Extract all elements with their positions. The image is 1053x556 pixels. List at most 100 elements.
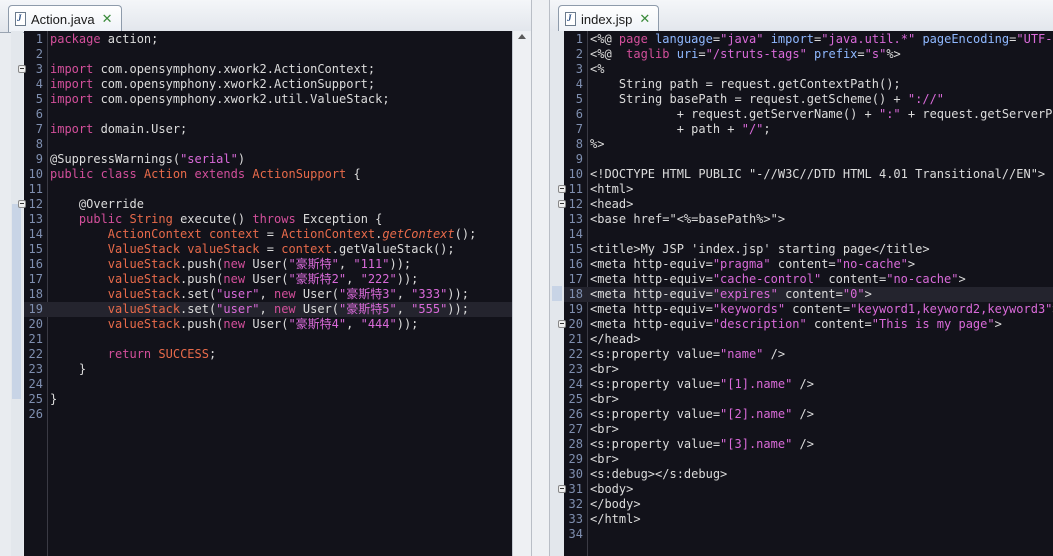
right-code-line[interactable]: 2 <%@ taglib uri="/struts-tags" prefix="s… bbox=[564, 47, 1053, 62]
right-code-line[interactable]: 5 String basePath = request.getScheme() … bbox=[564, 92, 1053, 107]
right-code-line[interactable]: 25 <br> bbox=[564, 392, 1053, 407]
left-code-line[interactable]: 7 import domain.User; bbox=[24, 122, 513, 137]
right-code-line[interactable]: 32 </body> bbox=[564, 497, 1053, 512]
line-number: 12 bbox=[28, 197, 43, 211]
tab-title: Action.java bbox=[31, 11, 95, 27]
right-code-line[interactable]: 23 <br> bbox=[564, 362, 1053, 377]
jsp-file-icon: J bbox=[565, 12, 576, 26]
right-code-line[interactable]: 21 </head> bbox=[564, 332, 1053, 347]
left-code-line[interactable]: 3 import com.opensymphony.xwork2.ActionCo… bbox=[18, 62, 513, 77]
right-code-line[interactable]: 3 <% bbox=[564, 62, 1053, 77]
line-number: 10 bbox=[28, 167, 43, 181]
left-code-line[interactable]: 11 bbox=[24, 182, 513, 197]
right-code-line[interactable]: 26 <s:property value="[2].name" /> bbox=[564, 407, 1053, 422]
line-number: 23 bbox=[568, 362, 583, 376]
right-code-line[interactable]: 8 %> bbox=[564, 137, 1053, 152]
tab-action-java[interactable]: J Action.java ✕ bbox=[8, 5, 122, 32]
right-code-line[interactable]: 1 <%@ page language="java" import="java.u… bbox=[564, 32, 1053, 47]
left-editor-pane: J Action.java ✕ 1 package action; 2 3 import… bbox=[0, 0, 532, 556]
left-code-line[interactable]: 25} bbox=[24, 392, 513, 407]
right-overview-ruler bbox=[550, 31, 564, 556]
fold-toggle-icon[interactable] bbox=[18, 65, 26, 73]
left-code-line[interactable]: 8 bbox=[24, 137, 513, 152]
right-code-line[interactable]: 28 <s:property value="[3].name" /> bbox=[564, 437, 1053, 452]
right-code-line[interactable]: 10 <!DOCTYPE HTML PUBLIC "-//W3C//DTD HTM… bbox=[564, 167, 1053, 182]
code-text: return SUCCESS; bbox=[107, 347, 217, 361]
left-code-editor[interactable]: 1 package action; 2 3 import com.opensymphon… bbox=[18, 31, 513, 556]
right-code-line[interactable]: 7 + path + "/"; bbox=[564, 122, 1053, 137]
line-number: 8 bbox=[575, 137, 583, 151]
code-text: <head> bbox=[590, 197, 634, 211]
left-code-line[interactable]: 14 ActionContext context = ActionContext… bbox=[24, 227, 513, 242]
fold-toggle-icon[interactable] bbox=[558, 200, 566, 208]
code-text: <%@ page language="java" import="java.ut… bbox=[590, 32, 1053, 46]
left-code-line[interactable]: 13 public String execute() throws Except… bbox=[24, 212, 513, 227]
left-code-line[interactable]: 18 valueStack.set("user", new User("豪斯特3… bbox=[24, 287, 513, 302]
right-code-line[interactable]: 14 bbox=[564, 227, 1053, 242]
left-code-line[interactable]: 26 bbox=[24, 407, 513, 422]
right-code-line[interactable]: 6 + request.getServerName() + ":" + requ… bbox=[564, 107, 1053, 122]
right-code-line[interactable]: 27 <br> bbox=[564, 422, 1053, 437]
left-vertical-scrollbar[interactable] bbox=[512, 31, 531, 556]
right-code-line[interactable]: 16 <meta http-equiv="pragma" content="no-… bbox=[564, 257, 1053, 272]
left-code-line[interactable]: 5 import com.opensymphony.xwork2.util.Val… bbox=[24, 92, 513, 107]
left-code-line[interactable]: 15 ValueStack valueStack = context.getVa… bbox=[24, 242, 513, 257]
right-code-line[interactable]: 20 <meta http-equiv="description" content… bbox=[558, 317, 1053, 332]
right-code-line[interactable]: 19 <meta http-equiv="keywords" content="k… bbox=[564, 302, 1053, 317]
close-icon[interactable]: ✕ bbox=[102, 13, 113, 26]
left-code-line[interactable]: 22 return SUCCESS; bbox=[24, 347, 513, 362]
left-code-line[interactable]: 21 bbox=[24, 332, 513, 347]
right-code-line[interactable]: 17 <meta http-equiv="cache-control" conte… bbox=[564, 272, 1053, 287]
code-text: import com.opensymphony.xwork2.ActionSup… bbox=[50, 77, 376, 91]
line-number: 9 bbox=[35, 152, 43, 166]
left-code-lines[interactable]: 1 package action; 2 3 import com.opensymphon… bbox=[18, 31, 513, 422]
line-number: 32 bbox=[568, 497, 583, 511]
right-code-line[interactable]: 29 <br> bbox=[564, 452, 1053, 467]
left-code-line[interactable]: 4 import com.opensymphony.xwork2.ActionSu… bbox=[24, 77, 513, 92]
fold-toggle-icon[interactable] bbox=[558, 185, 566, 193]
code-text: valueStack.set("user", new User("豪斯特5", … bbox=[107, 302, 469, 316]
left-code-line[interactable]: 1 package action; bbox=[24, 32, 513, 47]
line-number: 22 bbox=[28, 347, 43, 361]
scroll-up-icon[interactable] bbox=[518, 34, 526, 39]
left-code-line[interactable]: 12 @Override bbox=[18, 197, 513, 212]
fold-toggle-icon[interactable] bbox=[18, 200, 26, 208]
right-code-line[interactable]: 4 String path = request.getContextPath()… bbox=[564, 77, 1053, 92]
right-code-line[interactable]: 31 <body> bbox=[558, 482, 1053, 497]
code-text: <base href="<%=basePath%>"> bbox=[590, 212, 786, 226]
line-number: 13 bbox=[28, 212, 43, 226]
left-code-line[interactable]: 20 valueStack.push(new User("豪斯特4", "444… bbox=[24, 317, 513, 332]
right-code-line[interactable]: 18 <meta http-equiv="expires" content="0"… bbox=[564, 287, 1053, 302]
close-icon[interactable]: ✕ bbox=[639, 13, 650, 26]
left-code-line[interactable]: 16 valueStack.push(new User("豪斯特", "111"… bbox=[24, 257, 513, 272]
right-code-line[interactable]: 33 </html> bbox=[564, 512, 1053, 527]
right-code-line[interactable]: 30 <s:debug></s:debug> bbox=[564, 467, 1053, 482]
right-code-line[interactable]: 12 <head> bbox=[558, 197, 1053, 212]
left-code-line[interactable]: 9 @SuppressWarnings("serial") bbox=[24, 152, 513, 167]
right-code-lines[interactable]: 1 <%@ page language="java" import="java.u… bbox=[558, 31, 1053, 542]
right-code-line[interactable]: 34 bbox=[564, 527, 1053, 542]
left-code-line[interactable]: 17 valueStack.push(new User("豪斯特2", "222… bbox=[24, 272, 513, 287]
right-code-line[interactable]: 15 <title>My JSP 'index.jsp' starting pag… bbox=[564, 242, 1053, 257]
right-code-line[interactable]: 22 <s:property value="name" /> bbox=[564, 347, 1053, 362]
left-code-line[interactable]: 23 } bbox=[24, 362, 513, 377]
line-number: 15 bbox=[568, 242, 583, 256]
tab-index-jsp[interactable]: J index.jsp ✕ bbox=[558, 5, 660, 32]
right-code-line[interactable]: 13 <base href="<%=basePath%>"> bbox=[564, 212, 1053, 227]
right-code-line[interactable]: 24 <s:property value="[1].name" /> bbox=[564, 377, 1053, 392]
left-code-line[interactable]: 19 valueStack.set("user", new User("豪斯特5… bbox=[24, 302, 513, 317]
right-code-line[interactable]: 9 bbox=[564, 152, 1053, 167]
line-number: 25 bbox=[568, 392, 583, 406]
right-code-line[interactable]: 11 <html> bbox=[558, 182, 1053, 197]
line-number: 28 bbox=[568, 437, 583, 451]
code-text: <s:property value="name" /> bbox=[590, 347, 786, 361]
fold-toggle-icon[interactable] bbox=[558, 320, 566, 328]
right-code-editor[interactable]: 1 <%@ page language="java" import="java.u… bbox=[558, 31, 1053, 556]
left-code-line[interactable]: 24 bbox=[24, 377, 513, 392]
left-code-line[interactable]: 6 bbox=[24, 107, 513, 122]
left-overview-ruler bbox=[11, 31, 23, 556]
left-code-line[interactable]: 10 public class Action extends ActionSupp… bbox=[24, 167, 513, 182]
left-code-line[interactable]: 2 bbox=[24, 47, 513, 62]
line-number: 6 bbox=[35, 107, 43, 121]
fold-toggle-icon[interactable] bbox=[558, 485, 566, 493]
